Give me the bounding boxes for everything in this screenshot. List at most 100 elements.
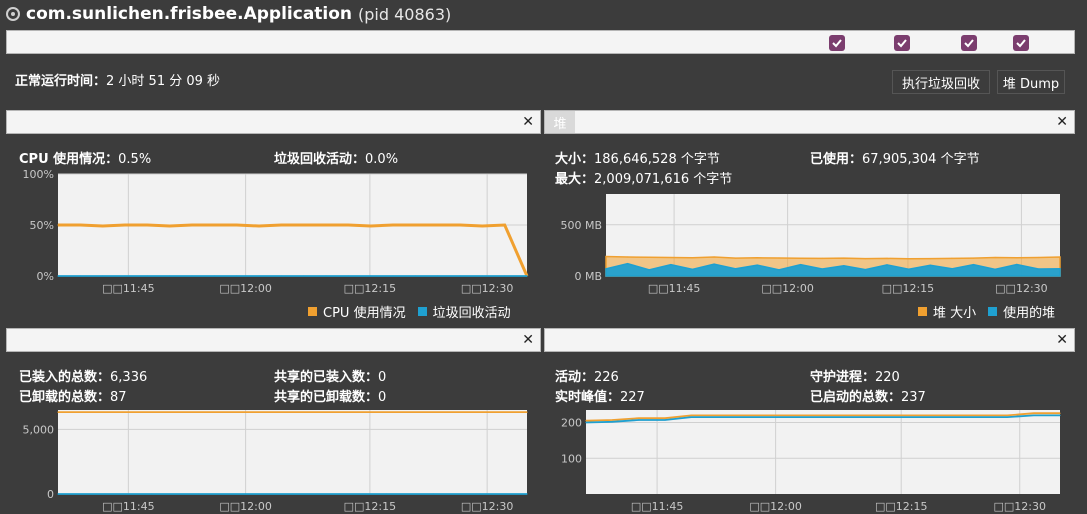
close-icon[interactable]: ✕ xyxy=(1056,330,1068,350)
heap-tab[interactable]: 堆 xyxy=(545,111,575,133)
y-tick-label: 100 xyxy=(561,452,582,465)
data-point xyxy=(980,414,982,416)
data-point xyxy=(526,493,528,495)
classes-unloaded-label: 已卸载的总数： xyxy=(19,390,111,405)
gc-activity-label: 垃圾回收活动： xyxy=(274,152,366,167)
data-point xyxy=(843,257,845,259)
data-point xyxy=(191,224,193,226)
data-point xyxy=(611,421,613,423)
data-point xyxy=(104,493,106,495)
pid-label: (pid 40863) xyxy=(358,4,452,24)
data-point xyxy=(769,414,771,416)
data-point xyxy=(236,275,238,277)
data-point xyxy=(258,225,260,227)
data-point xyxy=(325,275,327,277)
data-point xyxy=(526,275,528,277)
y-tick-label: 500 MB xyxy=(560,219,602,232)
threads-daemon-value: 220 xyxy=(875,370,900,385)
heap-size-value: 186,646,528 个字节 xyxy=(594,152,720,167)
data-point xyxy=(800,257,802,259)
memory-checkbox[interactable] xyxy=(894,35,910,51)
data-point xyxy=(769,416,771,418)
checkmark-icon xyxy=(964,39,974,48)
classes-panel-header: ✕ xyxy=(6,328,541,352)
data-point xyxy=(504,275,506,277)
data-point xyxy=(717,414,719,416)
heap-max-label: 最大： xyxy=(555,172,595,187)
heap-dump-button[interactable]: 堆 Dump xyxy=(997,70,1065,94)
data-point xyxy=(280,224,282,226)
x-tick-label: □□12:15 xyxy=(875,500,928,513)
data-point xyxy=(338,493,340,495)
data-point xyxy=(146,275,148,277)
cpu-usage-stat: CPU 使用情况：0.5% xyxy=(19,148,151,167)
data-point xyxy=(848,416,850,418)
close-icon[interactable]: ✕ xyxy=(1056,112,1068,132)
data-point xyxy=(213,224,215,226)
legend-swatch xyxy=(988,307,998,316)
data-point xyxy=(821,257,823,259)
close-icon[interactable]: ✕ xyxy=(522,330,534,350)
data-point xyxy=(743,414,745,416)
data-point xyxy=(437,275,439,277)
data-point xyxy=(481,275,483,277)
data-point xyxy=(245,493,247,495)
legend-label: 使用的堆 xyxy=(1003,306,1056,321)
data-point xyxy=(713,263,715,265)
data-point xyxy=(994,256,996,259)
data-point xyxy=(479,493,481,495)
data-point xyxy=(638,417,640,419)
close-icon[interactable]: ✕ xyxy=(522,112,534,132)
data-point xyxy=(459,275,461,277)
data-point xyxy=(198,411,200,413)
shared-loaded-label: 共享的已装入数： xyxy=(274,370,379,385)
legend-label: 堆 大小 xyxy=(933,306,977,321)
heap-size-stat: 大小：186,646,528 个字节 xyxy=(555,148,720,167)
data-point xyxy=(57,411,59,413)
threads-checkbox[interactable] xyxy=(1013,35,1029,51)
cpu-legend: CPU 使用情况 垃圾回收活动 xyxy=(308,302,511,321)
cpu-checkbox[interactable] xyxy=(829,35,845,51)
data-point xyxy=(437,224,439,226)
data-point xyxy=(743,416,745,418)
data-point xyxy=(605,255,607,258)
heap-max-stat: 最大：2,009,071,616 个字节 xyxy=(555,168,732,187)
threads-started-value: 237 xyxy=(901,390,926,405)
checkmark-icon xyxy=(832,39,842,48)
y-tick-label: 100% xyxy=(23,170,54,181)
uptime-value: 2 小时 51 分 09 秒 xyxy=(106,74,221,89)
data-point xyxy=(972,257,975,259)
data-point xyxy=(664,419,666,421)
data-point xyxy=(124,275,126,277)
data-point xyxy=(690,416,692,418)
data-point xyxy=(972,264,975,266)
data-point xyxy=(864,258,866,260)
x-tick-label: □□12:00 xyxy=(219,500,272,513)
threads-daemon-stat: 守护进程：220 xyxy=(810,366,900,385)
data-point xyxy=(169,225,171,227)
perform-gc-button[interactable]: 执行垃圾回收 xyxy=(892,70,990,94)
data-point xyxy=(927,416,929,418)
x-tick-label: □□11:45 xyxy=(102,282,155,295)
data-point xyxy=(79,275,81,277)
data-point xyxy=(929,264,931,266)
data-point xyxy=(627,256,629,258)
data-point xyxy=(370,225,372,227)
data-point xyxy=(57,275,59,277)
data-point xyxy=(778,269,780,271)
y-tick-label: 50% xyxy=(30,219,54,232)
y-tick-label: 0% xyxy=(37,270,54,283)
data-point xyxy=(713,256,715,258)
data-point xyxy=(151,411,153,413)
data-point xyxy=(648,269,650,271)
data-point xyxy=(822,414,824,416)
data-point xyxy=(691,268,694,270)
data-point xyxy=(504,224,506,226)
threads-panel-header: ✕ xyxy=(544,328,1075,352)
data-point xyxy=(1037,256,1039,259)
x-tick-label: □□12:00 xyxy=(749,500,802,513)
classes-loaded-value: 6,336 xyxy=(110,370,148,385)
data-point xyxy=(822,416,824,418)
classes-checkbox[interactable] xyxy=(961,35,977,51)
threads-daemon-label: 守护进程： xyxy=(810,370,876,385)
